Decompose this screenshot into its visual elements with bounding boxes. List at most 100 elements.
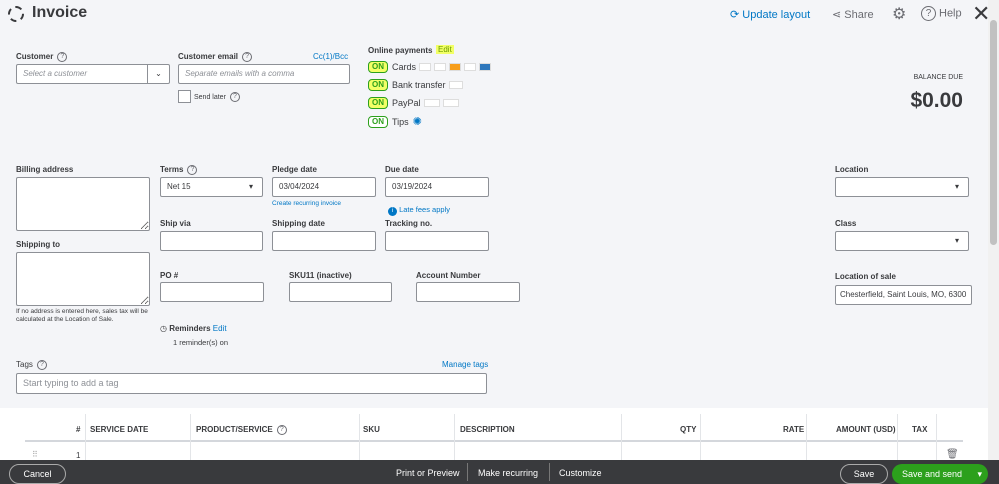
shipping-to-label: Shipping to bbox=[16, 240, 60, 249]
history-icon[interactable] bbox=[8, 6, 24, 22]
create-recurring-link[interactable]: Create recurring invoice bbox=[272, 200, 341, 207]
late-fees-label: Late fees apply bbox=[399, 205, 450, 214]
payment-tips: ON Tips ✺ bbox=[368, 115, 422, 128]
bank-icon bbox=[448, 81, 463, 89]
terms-select[interactable]: Net 15 ▾ bbox=[160, 177, 263, 197]
scrollbar-thumb[interactable] bbox=[990, 20, 997, 245]
discover-icon bbox=[464, 63, 477, 71]
row-number: 1 bbox=[76, 451, 81, 460]
share-icon: ⋖ bbox=[832, 9, 845, 21]
class-label: Class bbox=[835, 219, 857, 228]
late-fees-link[interactable]: i Late fees apply bbox=[388, 205, 450, 216]
toggle-paypal[interactable]: ON bbox=[368, 97, 388, 109]
help-icon[interactable]: ? bbox=[36, 360, 47, 370]
col-product-service: PRODUCT/SERVICE? bbox=[196, 425, 287, 435]
trash-icon[interactable]: 🗑 bbox=[946, 449, 959, 460]
sku11-label: SKU11 (inactive) bbox=[289, 271, 352, 280]
send-later-checkbox[interactable] bbox=[178, 90, 191, 103]
customer-label: Customer? bbox=[16, 52, 68, 62]
tags-label: Tags? bbox=[16, 360, 47, 370]
tags-input[interactable]: Start typing to add a tag bbox=[16, 373, 487, 394]
mastercard-icon bbox=[449, 63, 462, 71]
update-layout-label: Update layout bbox=[742, 9, 811, 21]
sku11-input[interactable] bbox=[289, 282, 392, 302]
caret-down-icon[interactable]: ▾ bbox=[946, 178, 968, 196]
location-select[interactable]: ▾ bbox=[835, 177, 969, 197]
send-later-label: Send later? bbox=[194, 92, 240, 102]
tracking-input[interactable] bbox=[385, 231, 489, 251]
make-recurring-button[interactable]: Make recurring bbox=[478, 468, 538, 478]
email-placeholder: Separate emails with a comma bbox=[185, 69, 295, 78]
save-button[interactable]: Save bbox=[840, 464, 888, 484]
cards-label: Cards bbox=[392, 62, 417, 72]
bank-transfer-label: Bank transfer bbox=[392, 80, 446, 90]
reminders: ◷ Reminders Edit bbox=[160, 324, 227, 333]
pledge-date-label: Pledge date bbox=[272, 165, 317, 174]
help-icon[interactable]: ? bbox=[57, 52, 68, 62]
save-and-send-label: Save and send bbox=[902, 469, 963, 479]
customer-email-input[interactable]: Separate emails with a comma bbox=[178, 64, 350, 84]
online-payments-edit-link[interactable]: Edit bbox=[436, 45, 454, 54]
billing-address-input[interactable] bbox=[16, 177, 150, 231]
info-icon: i bbox=[388, 207, 397, 216]
drag-handle-icon[interactable]: ⠿ bbox=[32, 450, 38, 459]
help-label: Help bbox=[939, 7, 962, 20]
toggle-tips[interactable]: ON bbox=[368, 115, 388, 128]
help-icon[interactable]: ? bbox=[229, 92, 240, 102]
manage-tags-link[interactable]: Manage tags bbox=[442, 360, 488, 369]
page-title: Invoice bbox=[32, 4, 88, 21]
toggle-cards[interactable]: ON bbox=[368, 61, 388, 73]
po-input[interactable] bbox=[160, 282, 264, 302]
help-icon[interactable]: ? bbox=[187, 165, 198, 175]
reminders-edit-link[interactable]: Edit bbox=[213, 324, 227, 333]
terms-label: Terms? bbox=[160, 165, 198, 175]
help-icon[interactable]: ? bbox=[242, 52, 253, 62]
gear-icon[interactable]: ⚙ bbox=[892, 4, 906, 24]
pledge-date-input[interactable]: 03/04/2024 bbox=[272, 177, 376, 197]
caret-down-icon[interactable]: ▾ bbox=[240, 178, 262, 196]
ship-via-input[interactable] bbox=[160, 231, 263, 251]
caret-down-icon[interactable]: ▾ bbox=[977, 464, 982, 484]
reminders-count: 1 reminder(s) on bbox=[173, 338, 229, 347]
help-icon: ? bbox=[921, 6, 936, 21]
class-select[interactable]: ▾ bbox=[835, 231, 969, 251]
cc-bcc-link[interactable]: Cc(1)/Bcc bbox=[313, 52, 348, 61]
customize-button[interactable]: Customize bbox=[559, 468, 602, 478]
ship-via-label: Ship via bbox=[160, 219, 191, 228]
card-icon bbox=[419, 63, 432, 71]
po-label: PO # bbox=[160, 271, 179, 280]
help-button[interactable]: ? Help bbox=[921, 6, 962, 21]
tags-placeholder: Start typing to add a tag bbox=[23, 378, 119, 388]
payment-paypal: ON PayPal bbox=[368, 97, 459, 109]
address-note: If no address is entered here, sales tax… bbox=[16, 308, 148, 323]
customer-select[interactable]: Select a customer ⌄ bbox=[16, 64, 170, 84]
clock-icon: ◷ bbox=[160, 324, 170, 333]
location-of-sale-input[interactable]: Chesterfield, Saint Louis, MO, 6300 bbox=[835, 285, 972, 305]
customer-email-label: Customer email? bbox=[178, 52, 253, 62]
print-preview-button[interactable]: Print or Preview bbox=[396, 468, 460, 478]
terms-value: Net 15 bbox=[167, 182, 191, 191]
col-tax: TAX bbox=[912, 425, 928, 434]
col-qty: QTY bbox=[680, 425, 697, 434]
table-header-divider bbox=[25, 440, 963, 442]
toggle-bank-transfer[interactable]: ON bbox=[368, 79, 388, 91]
shipping-address-input[interactable] bbox=[16, 252, 150, 306]
shipping-date-label: Shipping date bbox=[272, 219, 325, 228]
update-layout-button[interactable]: ⟳ Update layout bbox=[730, 8, 810, 21]
col-service-date: SERVICE DATE bbox=[90, 425, 149, 434]
caret-down-icon[interactable]: ▾ bbox=[946, 232, 968, 250]
cancel-button[interactable]: Cancel bbox=[9, 464, 66, 484]
shipping-date-input[interactable] bbox=[272, 231, 376, 251]
location-label: Location bbox=[835, 165, 869, 174]
balance-due-amount: $0.00 bbox=[910, 89, 963, 112]
share-button[interactable]: ⋖ Share bbox=[832, 8, 874, 21]
account-number-input[interactable] bbox=[416, 282, 520, 302]
col-sku: SKU bbox=[363, 425, 380, 434]
paypal-icon bbox=[423, 99, 440, 107]
scrollbar[interactable] bbox=[988, 0, 999, 460]
help-icon[interactable]: ? bbox=[276, 425, 287, 435]
save-and-send-button[interactable]: Save and send ▾ bbox=[892, 464, 988, 484]
due-date-input[interactable]: 03/19/2024 bbox=[385, 177, 489, 197]
paypal-label: PayPal bbox=[392, 98, 421, 108]
chevron-down-icon[interactable]: ⌄ bbox=[147, 65, 169, 83]
